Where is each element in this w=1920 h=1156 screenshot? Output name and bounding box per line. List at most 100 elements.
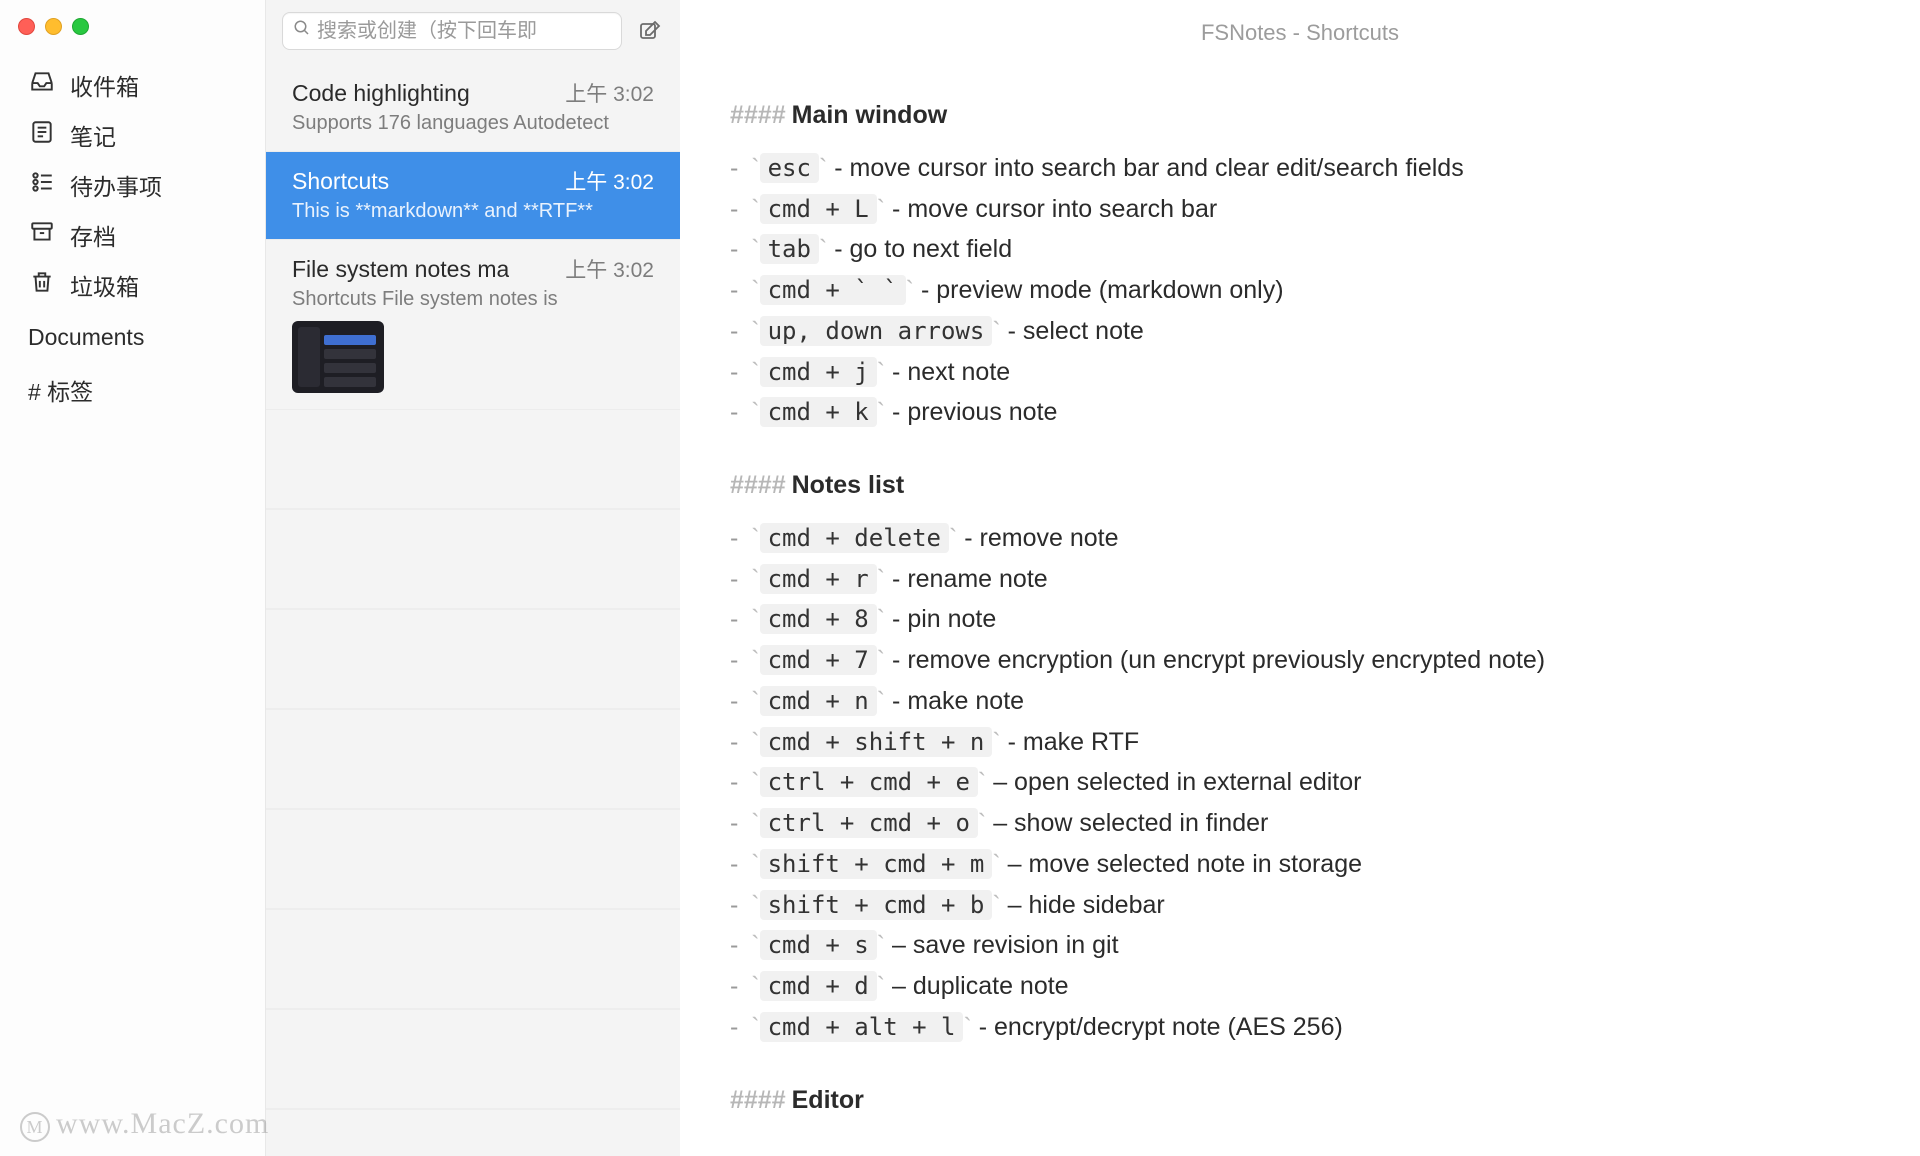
shortcut-keys: cmd + k (760, 397, 877, 427)
shortcut-line: - `cmd + k` - previous note (730, 393, 1880, 432)
shortcut-keys: esc (760, 153, 819, 183)
shortcut-keys: cmd + delete (760, 523, 949, 553)
compose-button[interactable] (636, 17, 664, 45)
shortcut-keys: cmd + L (760, 194, 877, 224)
shortcut-desc: – show selected in finder (993, 809, 1268, 837)
shortcut-keys: cmd + alt + l (760, 1012, 964, 1042)
shortcut-desc: - previous note (892, 398, 1057, 426)
sidebar-item-label: 待办事项 (70, 168, 162, 202)
shortcut-keys: up, down arrows (760, 316, 993, 346)
note-thumbnail (292, 321, 384, 393)
shortcut-keys: cmd + 7 (760, 645, 877, 675)
note-subtitle: This is **markdown** and **RTF** (292, 200, 654, 223)
shortcut-line: - `esc` - move cursor into search bar an… (730, 149, 1880, 188)
fullscreen-window-button[interactable] (72, 18, 89, 35)
shortcut-line: - `ctrl + cmd + o` – show selected in fi… (730, 804, 1880, 843)
editor-panel: FSNotes - Shortcuts ####Main window - `es… (680, 0, 1920, 1156)
trash-icon (28, 269, 56, 302)
shortcut-keys: ctrl + cmd + o (760, 808, 978, 838)
shortcut-keys: cmd + n (760, 686, 877, 716)
shortcut-line: - `cmd + alt + l` - encrypt/decrypt note… (730, 1008, 1880, 1047)
editor-title: FSNotes - Shortcuts (680, 0, 1920, 54)
shortcut-desc: - select note (1008, 317, 1144, 345)
search-input[interactable] (317, 20, 611, 43)
shortcut-keys: cmd + d (760, 971, 877, 1001)
shortcut-line: - `cmd + j` - next note (730, 353, 1880, 392)
sidebar-item-label: 存档 (70, 218, 116, 252)
sidebar-item-1[interactable]: 笔记 (0, 110, 265, 160)
shortcut-desc: - move cursor into search bar (892, 195, 1217, 223)
section-heading: ####Editor (730, 1081, 1880, 1120)
shortcut-line: - `cmd + 7` - remove encryption (un encr… (730, 641, 1880, 680)
section-heading: ####Main window (730, 96, 1880, 135)
shortcut-line: - `cmd + ` `` - preview mode (markdown o… (730, 271, 1880, 310)
todo-icon (28, 169, 56, 202)
note-time: 上午 3:02 (565, 254, 654, 284)
close-window-button[interactable] (18, 18, 35, 35)
note-subtitle: Supports 176 languages Autodetect (292, 112, 654, 135)
notes-list-empty-area (266, 410, 680, 1156)
note-list-item[interactable]: File system notes ma 上午 3:02 Shortcuts F… (266, 240, 680, 410)
shortcut-line: - `shift + cmd + b` – hide sidebar (730, 886, 1880, 925)
sidebar-item-label: 笔记 (70, 118, 116, 152)
shortcut-desc: - pin note (892, 605, 996, 633)
sidebar-tags[interactable]: # 标签 (0, 359, 265, 421)
shortcut-keys: ctrl + cmd + e (760, 767, 978, 797)
notes-list-panel: Code highlighting 上午 3:02 Supports 176 l… (265, 0, 680, 1156)
note-list-item[interactable]: Shortcuts 上午 3:02 This is **markdown** a… (266, 152, 680, 240)
sidebar-item-0[interactable]: 收件箱 (0, 60, 265, 110)
window-traffic-lights[interactable] (18, 18, 89, 35)
shortcut-line: - `shift + cmd + m` – move selected note… (730, 845, 1880, 884)
shortcut-keys: cmd + r (760, 564, 877, 594)
shortcut-line: - `cmd + 8` - pin note (730, 600, 1880, 639)
sidebar-item-3[interactable]: 存档 (0, 210, 265, 260)
shortcut-keys: cmd + shift + n (760, 727, 993, 757)
archive-icon (28, 219, 56, 252)
shortcut-line: - `cmd + s` – save revision in git (730, 926, 1880, 965)
shortcut-desc: - preview mode (markdown only) (921, 276, 1284, 304)
shortcut-desc: – duplicate note (892, 972, 1069, 1000)
sidebar-item-4[interactable]: 垃圾箱 (0, 260, 265, 310)
shortcut-desc: - next note (892, 358, 1010, 386)
section-heading: ####Notes list (730, 466, 1880, 505)
note-title: Shortcuts (292, 168, 389, 195)
shortcut-keys: cmd + 8 (760, 604, 877, 634)
shortcut-keys: tab (760, 234, 819, 264)
inbox-icon (28, 69, 56, 102)
shortcut-desc: - make note (892, 687, 1024, 715)
shortcut-desc: - remove encryption (un encrypt previous… (892, 646, 1545, 674)
document-body[interactable]: ####Main window - `esc` - move cursor int… (680, 54, 1920, 1156)
shortcut-line: - `tab` - go to next field (730, 230, 1880, 269)
shortcut-desc: – hide sidebar (1008, 891, 1165, 919)
sidebar: 收件箱笔记待办事项存档垃圾箱 Documents # 标签 (0, 0, 265, 1156)
shortcut-line: - `up, down arrows` - select note (730, 312, 1880, 351)
note-list-item[interactable]: Code highlighting 上午 3:02 Supports 176 l… (266, 64, 680, 152)
shortcut-line: - `cmd + r` - rename note (730, 560, 1880, 599)
shortcut-keys: cmd + ` ` (760, 275, 906, 305)
note-title: Code highlighting (292, 80, 470, 107)
shortcut-line: - `cmd + d` – duplicate note (730, 967, 1880, 1006)
shortcut-keys: shift + cmd + m (760, 849, 993, 879)
shortcut-desc: – move selected note in storage (1008, 850, 1362, 878)
note-subtitle: Shortcuts File system notes is (292, 288, 654, 311)
shortcut-desc: - encrypt/decrypt note (AES 256) (979, 1013, 1343, 1041)
note-title: File system notes ma (292, 256, 509, 283)
sidebar-item-2[interactable]: 待办事项 (0, 160, 265, 210)
shortcut-desc: - move cursor into search bar and clear … (834, 154, 1463, 182)
search-box[interactable] (282, 12, 622, 50)
shortcut-desc: - remove note (964, 524, 1118, 552)
shortcut-line: - `cmd + L` - move cursor into search ba… (730, 190, 1880, 229)
shortcut-keys: shift + cmd + b (760, 890, 993, 920)
minimize-window-button[interactable] (45, 18, 62, 35)
sidebar-documents[interactable]: Documents (0, 310, 265, 359)
sidebar-item-label: 收件箱 (70, 68, 139, 102)
shortcut-desc: - go to next field (834, 235, 1012, 263)
shortcut-desc: - rename note (892, 565, 1048, 593)
notes-icon (28, 119, 56, 152)
shortcut-line: - `ctrl + cmd + e` – open selected in ex… (730, 763, 1880, 802)
sidebar-item-label: 垃圾箱 (70, 268, 139, 302)
shortcut-keys: cmd + j (760, 357, 877, 387)
shortcut-line: - `cmd + n` - make note (730, 682, 1880, 721)
shortcut-line: - `cmd + shift + n` - make RTF (730, 723, 1880, 762)
shortcut-line: - `cmd + delete` - remove note (730, 519, 1880, 558)
